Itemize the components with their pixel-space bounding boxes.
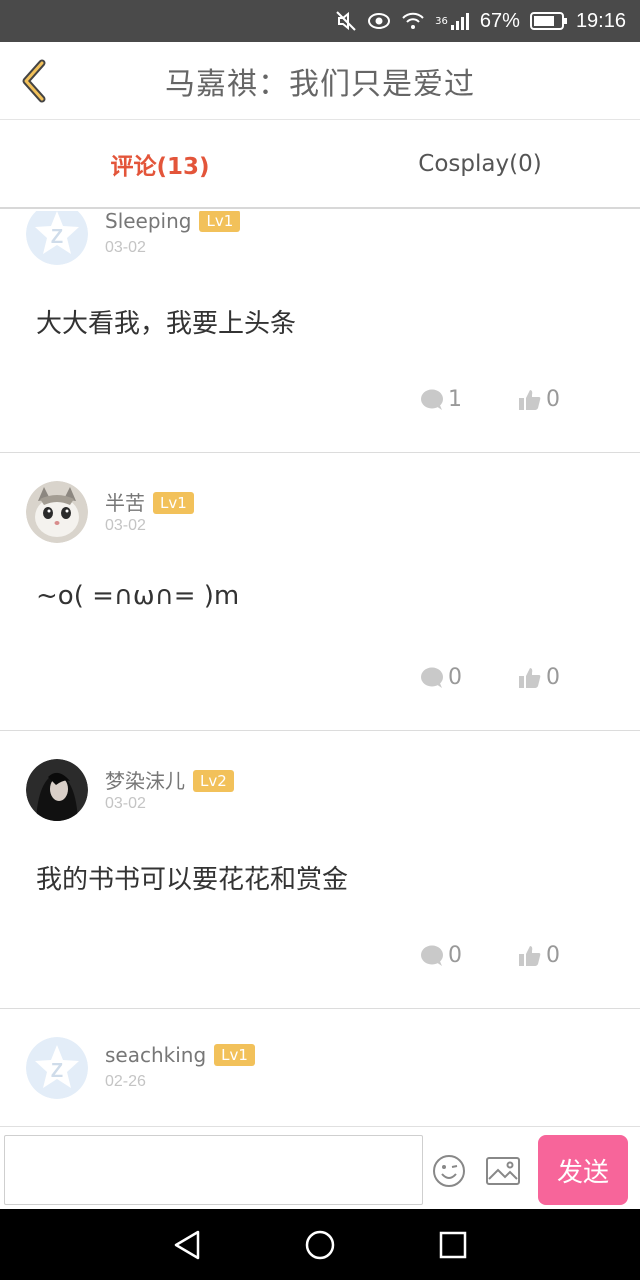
reply-button[interactable]: 0 <box>420 943 462 968</box>
username: Sleeping Lv1 <box>105 211 241 233</box>
tab-bar: 评论(13) Cosplay(0) <box>0 121 640 209</box>
like-button[interactable]: 0 <box>518 943 560 968</box>
girl-avatar-icon <box>26 759 88 821</box>
reply-button[interactable]: 0 <box>420 665 462 690</box>
comment-list: Z Sleeping Lv1 03-02 大大看我，我要上头条 1 0 半苦 L… <box>0 211 640 1126</box>
emoji-icon <box>433 1155 465 1187</box>
svg-text:Z: Z <box>51 1060 63 1082</box>
username: 梦染沫儿 Lv2 <box>105 765 234 794</box>
image-button[interactable] <box>485 1155 521 1187</box>
image-icon <box>486 1157 520 1185</box>
comment-bubble-icon <box>421 945 443 966</box>
like-button[interactable]: 0 <box>518 665 560 690</box>
thumbs-up-icon <box>519 945 541 966</box>
username: seachking Lv1 <box>105 1043 255 1067</box>
app-header: 马嘉祺：我们只是爱过 <box>0 42 640 120</box>
avatar[interactable] <box>26 759 88 821</box>
thumbs-up-icon <box>519 389 541 410</box>
default-avatar-icon: Z <box>26 211 88 265</box>
nav-home-button[interactable] <box>300 1225 340 1265</box>
default-avatar-icon: Z <box>26 1037 88 1099</box>
page-title: 马嘉祺：我们只是爱过 <box>165 66 475 102</box>
comment-input[interactable] <box>4 1135 423 1205</box>
level-badge: Lv1 <box>214 1044 255 1066</box>
comment-date: 03-02 <box>105 517 146 534</box>
like-button[interactable]: 0 <box>518 387 560 412</box>
comment-bubble-icon <box>421 389 443 410</box>
comment-item: 半苦 Lv1 03-02 ~o( =∩ω∩= )m 0 0 <box>0 453 640 731</box>
level-badge: Lv2 <box>193 770 234 792</box>
tab-cosplay[interactable]: Cosplay(0) <box>320 121 640 207</box>
reply-button[interactable]: 1 <box>420 387 462 412</box>
nav-back-button[interactable] <box>167 1225 207 1265</box>
nav-recents-button[interactable] <box>433 1225 473 1265</box>
comment-actions: 0 0 <box>364 665 560 690</box>
wifi-icon <box>401 11 425 31</box>
send-button[interactable]: 发送 <box>538 1135 628 1205</box>
level-badge: Lv1 <box>199 211 241 232</box>
thumbs-up-icon <box>519 667 541 688</box>
square-recents-icon <box>440 1231 467 1258</box>
comment-item: Z seachking Lv1 02-26 <box>0 1009 640 1126</box>
eye-icon <box>367 12 391 30</box>
status-bar: 36 67% 19:16 <box>0 0 640 42</box>
back-button[interactable] <box>14 58 54 104</box>
emoji-button[interactable] <box>432 1154 466 1188</box>
chevron-left-icon <box>22 59 46 103</box>
tab-comments[interactable]: 评论(13) <box>0 121 320 207</box>
comment-date: 03-02 <box>105 239 146 256</box>
battery-percent: 67% <box>479 9 520 32</box>
comment-date: 02-26 <box>105 1073 146 1090</box>
comment-item: 梦染沫儿 Lv2 03-02 我的书书可以要花花和赏金 0 0 <box>0 731 640 1009</box>
comment-actions: 0 0 <box>364 943 560 968</box>
mute-icon <box>335 10 357 32</box>
comment-text: ~o( =∩ω∩= )m <box>36 581 240 611</box>
username: 半苦 Lv1 <box>105 487 194 516</box>
comment-text: 我的书书可以要花花和赏金 <box>36 865 349 895</box>
level-badge: Lv1 <box>153 492 194 514</box>
svg-text:Z: Z <box>51 226 63 248</box>
cat-avatar-icon <box>26 481 88 543</box>
system-nav-bar <box>0 1209 640 1280</box>
comment-actions: 1 0 <box>364 387 560 412</box>
circle-home-icon <box>305 1230 335 1259</box>
clock: 19:16 <box>575 9 626 32</box>
comment-item: Z Sleeping Lv1 03-02 大大看我，我要上头条 1 0 <box>0 211 640 453</box>
comment-date: 03-02 <box>105 795 146 812</box>
avatar[interactable] <box>26 481 88 543</box>
triangle-back-icon <box>174 1230 199 1259</box>
signal-icon: 36 <box>435 11 472 31</box>
battery-icon <box>529 11 568 31</box>
comment-input-bar: 发送 <box>0 1126 640 1209</box>
avatar[interactable]: Z <box>26 1037 88 1099</box>
comment-text: 大大看我，我要上头条 <box>36 309 297 339</box>
avatar[interactable]: Z <box>26 211 88 265</box>
comment-bubble-icon <box>421 667 443 688</box>
